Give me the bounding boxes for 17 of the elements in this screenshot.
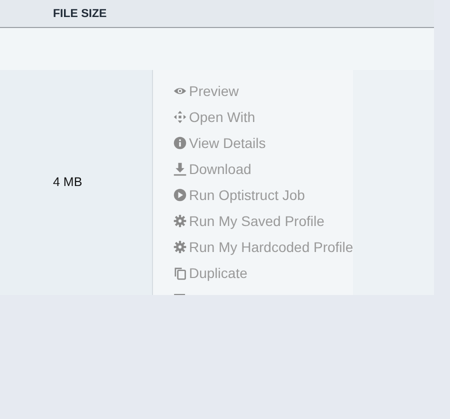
copy-icon <box>173 266 187 280</box>
gear-icon <box>173 240 187 254</box>
menu-item[interactable]: Run Optistruct Job <box>153 182 353 208</box>
menu-item[interactable]: Preview <box>153 78 353 104</box>
move-arrows-icon <box>173 110 187 124</box>
menu-item[interactable]: Download <box>153 156 353 182</box>
menu-item[interactable]: Open With <box>153 104 353 130</box>
play-icon <box>173 188 187 202</box>
info-icon <box>173 136 187 150</box>
menu-item[interactable]: Duplicate <box>153 260 353 286</box>
menu-item[interactable]: Run My Hardcoded Profile <box>153 234 353 260</box>
menu-item[interactable]: Run My Saved Profile <box>153 208 353 234</box>
download-icon <box>173 162 187 176</box>
menu-item[interactable]: View Details <box>153 130 353 156</box>
gear-icon <box>173 214 187 228</box>
column-header[interactable]: FILE SIZE <box>53 8 107 20</box>
table-cell: 4 MB <box>53 174 82 188</box>
